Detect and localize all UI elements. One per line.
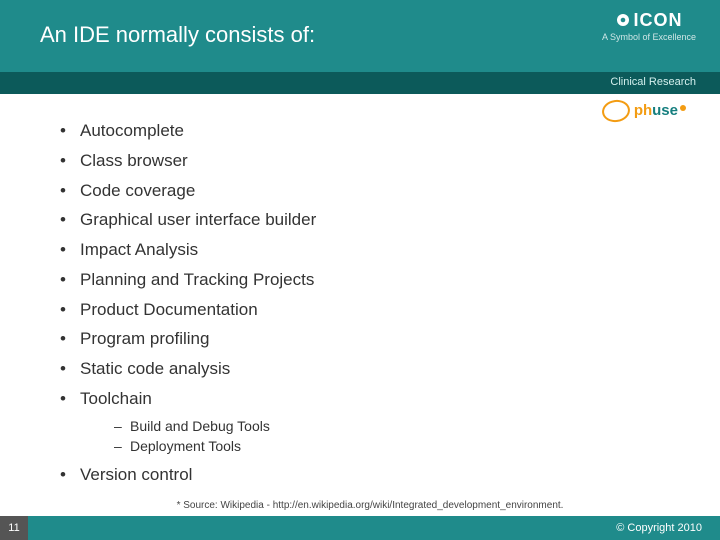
bullet-item: Toolchain bbox=[60, 384, 680, 414]
sub-bullet-list: Build and Debug ToolsDeployment Tools bbox=[114, 416, 680, 457]
source-line: * Source: Wikipedia - http://en.wikipedi… bbox=[60, 500, 680, 511]
bullet-item: Class browser bbox=[60, 146, 680, 176]
bullet-item: Program profiling bbox=[60, 324, 680, 354]
bullet-label: Autocomplete bbox=[80, 121, 184, 140]
bullet-item: Static code analysis bbox=[60, 354, 680, 384]
sub-bullet-item: Deployment Tools bbox=[114, 436, 680, 456]
sub-header-bar: Clinical Research bbox=[0, 72, 720, 94]
brand-name: ICON bbox=[602, 10, 696, 31]
bullet-item: Impact Analysis bbox=[60, 235, 680, 265]
bullet-list: Autocomplete Class browser Code coverage Gr… bbox=[60, 116, 680, 490]
copyright: © Copyright 2010 bbox=[616, 522, 720, 534]
content-area: phuse AutocompleteClass browserCode cove… bbox=[0, 94, 720, 511]
icon-logo: ICON A Symbol of Excellence bbox=[602, 10, 696, 42]
brand-tagline: A Symbol of Excellence bbox=[602, 32, 696, 42]
bullet-item: Planning and Tracking Projects bbox=[60, 265, 680, 295]
subbar-text: Clinical Research bbox=[610, 76, 696, 88]
bullet-label: Static code analysis bbox=[80, 359, 230, 378]
bullet-item: Code coverage bbox=[60, 176, 680, 206]
bullet-label: Class browser bbox=[80, 151, 188, 170]
phuse-dot-icon bbox=[680, 105, 686, 111]
bullet-item: Graphical user interface builder bbox=[60, 205, 680, 235]
footer-bar: 11 © Copyright 2010 bbox=[0, 516, 720, 540]
bullet-item: Autocomplete bbox=[60, 116, 680, 146]
bullet-label: Graphical user interface builder bbox=[80, 210, 316, 229]
page-number: 11 bbox=[0, 516, 28, 540]
bullet-label: Code coverage bbox=[80, 181, 195, 200]
slide: { "header": { "title": "An IDE normally … bbox=[0, 0, 720, 540]
bullet-label: Version control bbox=[80, 465, 192, 484]
bullet-item: Product Documentation bbox=[60, 295, 680, 325]
sub-bullet-item: Build and Debug Tools bbox=[114, 416, 680, 436]
bullet-label: Toolchain bbox=[80, 389, 152, 408]
bullet-label: Impact Analysis bbox=[80, 240, 198, 259]
bullet-item: Version control bbox=[60, 460, 680, 490]
header-bar: An IDE normally consists of: ICON A Symb… bbox=[0, 0, 720, 72]
bullet-label: Product Documentation bbox=[80, 300, 258, 319]
slide-title: An IDE normally consists of: bbox=[40, 22, 690, 48]
brand-text: ICON bbox=[633, 10, 682, 30]
bullet-label: Program profiling bbox=[80, 329, 209, 348]
bullet-label: Planning and Tracking Projects bbox=[80, 270, 314, 289]
